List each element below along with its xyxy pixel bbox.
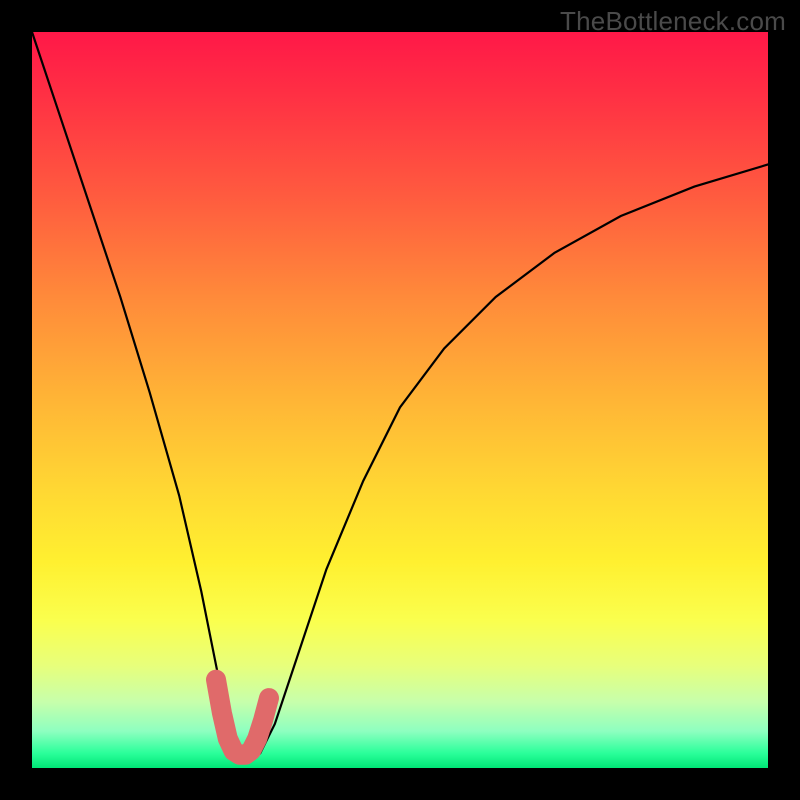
chart-svg [32,32,768,768]
plot-area [32,32,768,768]
chart-frame: TheBottleneck.com [0,0,800,800]
curve-line [32,32,768,753]
highlight-segment [216,680,269,755]
